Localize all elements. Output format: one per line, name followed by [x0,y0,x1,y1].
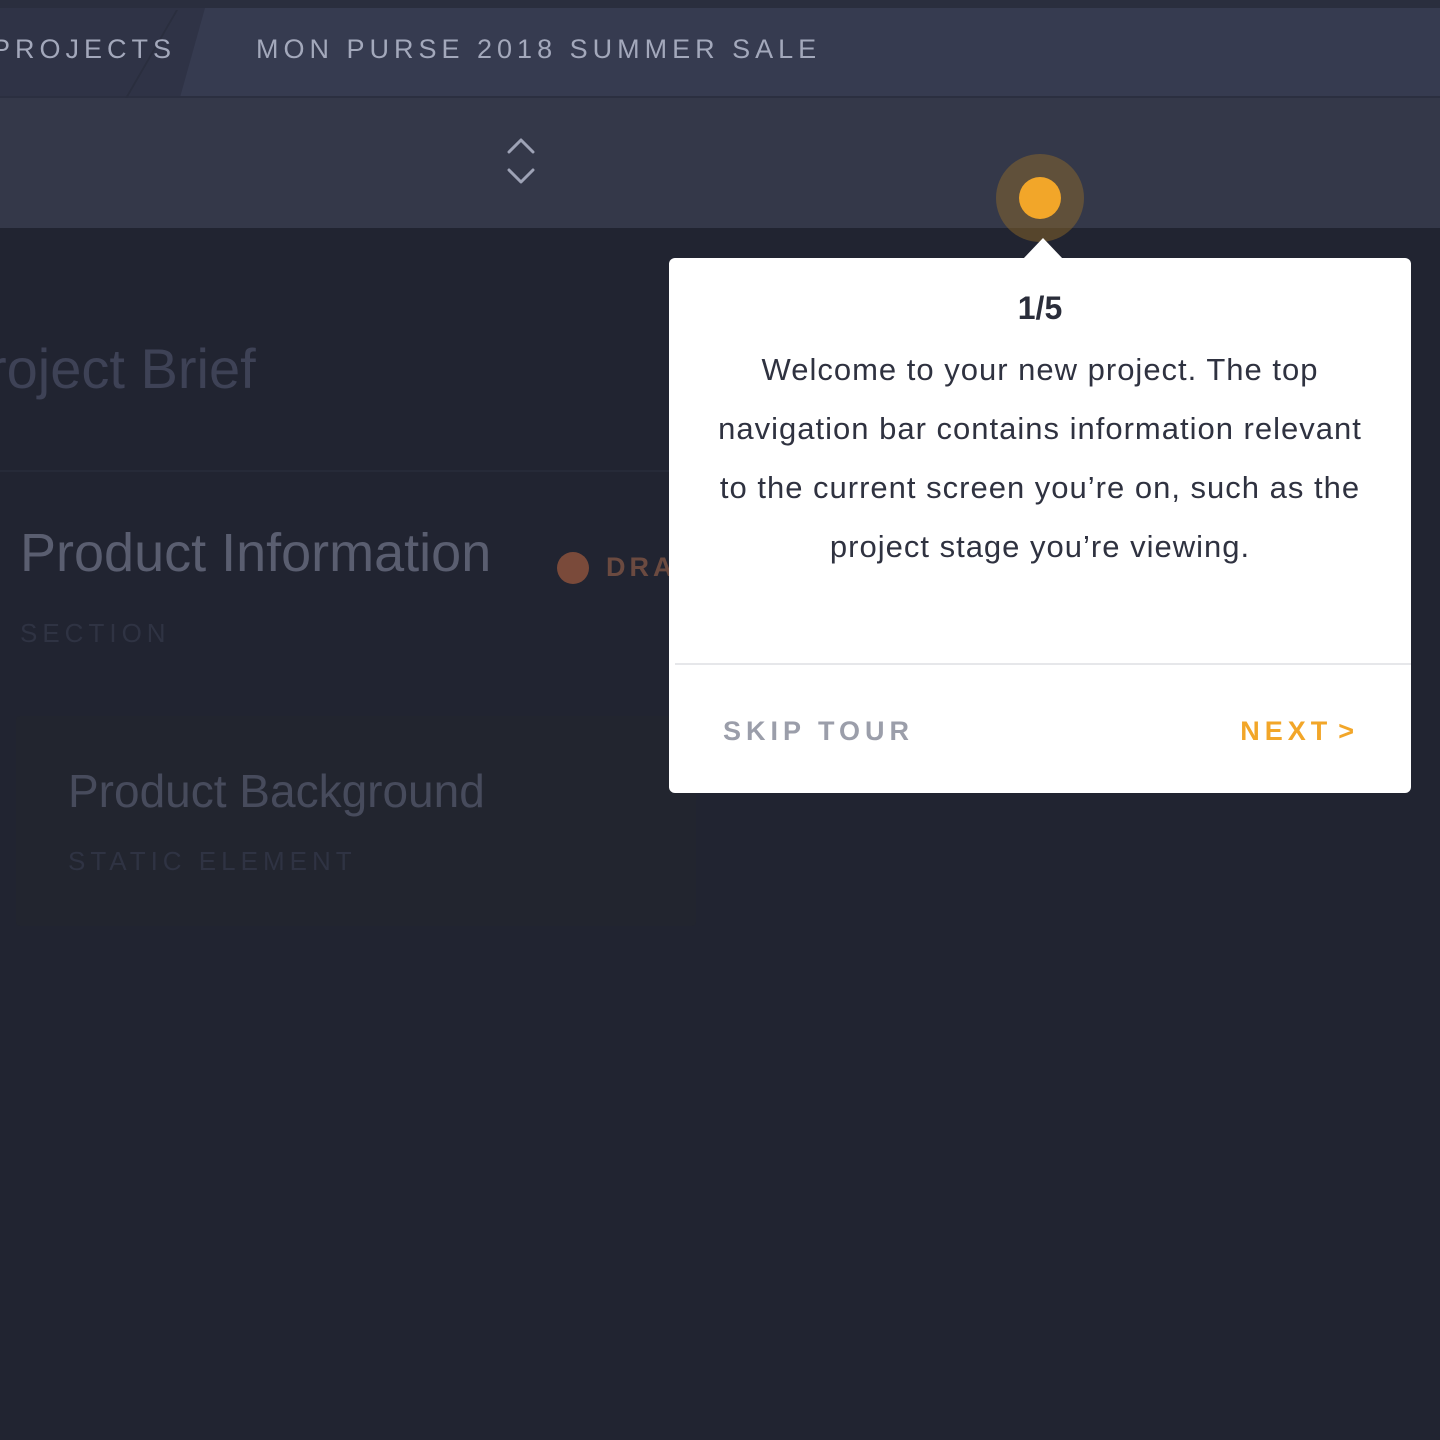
tour-tooltip: 1/5 Welcome to your new project. The top… [669,238,1411,793]
skip-tour-button[interactable]: SKIP TOUR [723,716,914,747]
breadcrumb-current-project[interactable]: MON PURSE 2018 SUMMER SALE [256,34,821,65]
divider [675,663,1411,665]
element-title: Product Background [68,765,485,817]
next-button[interactable]: NEXT > [1240,716,1359,747]
top-navigation-bar: PROJECTS MON PURSE 2018 SUMMER SALE [0,0,1440,102]
status-badge: DRA [606,552,677,582]
tour-step-counter: 1/5 [1017,290,1063,326]
section-title: Product Information [20,523,492,583]
app-root: PROJECTS MON PURSE 2018 SUMMER SALE roje… [0,0,1440,1440]
divider [0,470,680,472]
breadcrumb-projects-link[interactable]: PROJECTS [0,34,176,65]
stage-bar [0,98,1440,228]
section-type-label: SECTION [20,618,171,648]
chevron-up-down-icon[interactable] [500,134,542,194]
status-dot-icon [557,552,589,584]
next-button-label: NEXT [1240,716,1333,746]
element-card[interactable]: Product Background STATIC ELEMENT [16,716,696,926]
chevron-right-icon: > [1338,716,1359,746]
beacon-dot-icon [1019,177,1061,219]
tooltip-arrow [1023,238,1063,259]
page-title: roject Brief [0,337,256,400]
tour-message: Welcome to your new project. The top nav… [718,352,1362,564]
element-type-label: STATIC ELEMENT [68,846,357,876]
tour-beacon-icon[interactable] [996,154,1084,242]
